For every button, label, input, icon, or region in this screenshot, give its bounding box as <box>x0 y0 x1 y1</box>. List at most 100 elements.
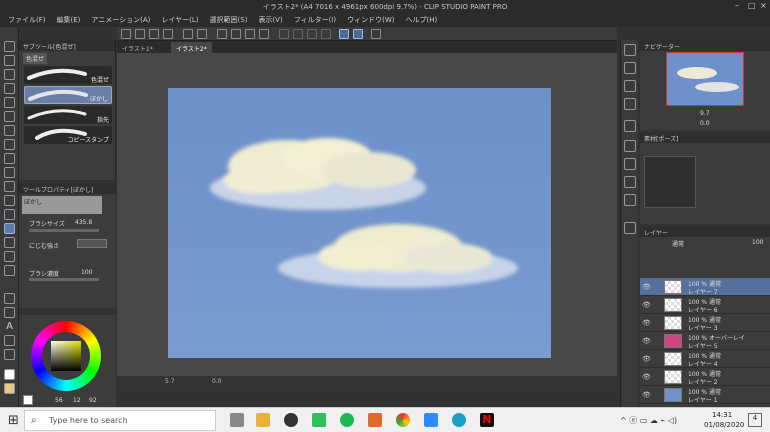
tab-illust2[interactable]: イラスト2* <box>171 42 212 53</box>
expand-icon[interactable] <box>321 29 331 39</box>
material-list-icon[interactable] <box>624 158 636 170</box>
layer-row[interactable]: 👁 100 % 通常 レイヤー 4 <box>640 350 770 368</box>
clip-studio-icon[interactable] <box>284 413 298 427</box>
edge-icon[interactable] <box>452 413 466 427</box>
fill-tool-icon[interactable] <box>4 237 15 248</box>
angle-readout[interactable]: 0.0 <box>212 378 222 385</box>
close-panel-icon[interactable] <box>624 120 636 132</box>
snap-ruler-icon[interactable] <box>339 29 349 39</box>
search-icon[interactable] <box>624 44 636 56</box>
brush-copy-stamp[interactable]: コピースタンプ <box>24 126 112 144</box>
zoom-tool-icon[interactable] <box>4 41 15 52</box>
brush-density-value[interactable]: 100 <box>81 269 92 276</box>
pencil-tool-icon[interactable] <box>4 153 15 164</box>
brush-blend[interactable]: 色混ぜ <box>24 66 112 84</box>
navigator-angle[interactable]: 0.0 <box>700 120 710 127</box>
info-icon[interactable] <box>624 98 636 110</box>
text-tool-icon[interactable]: A <box>4 321 15 332</box>
fill-icon[interactable] <box>231 29 241 39</box>
save-icon[interactable] <box>149 29 159 39</box>
clock-time[interactable]: 14:31 <box>712 411 732 419</box>
eye-icon[interactable]: 👁 <box>642 355 651 363</box>
main-color-chip[interactable] <box>23 395 33 405</box>
windows-start-icon[interactable]: ⊞ <box>8 413 19 428</box>
zoom-readout[interactable]: 5.7 <box>165 378 175 385</box>
crop-icon[interactable] <box>279 29 289 39</box>
airbrush-icon[interactable] <box>4 181 15 192</box>
app-icon[interactable] <box>368 413 382 427</box>
spotify-icon[interactable] <box>340 413 354 427</box>
brush-blur[interactable]: ぼかし <box>24 86 112 104</box>
saturation-square[interactable] <box>51 341 81 371</box>
menu-selection[interactable]: 選択範囲(S) <box>210 15 248 25</box>
clear-icon[interactable] <box>217 29 227 39</box>
snap-special-icon[interactable] <box>353 29 363 39</box>
layer-move-icon[interactable] <box>4 83 15 94</box>
brush-density-slider[interactable] <box>29 278 99 281</box>
menu-file[interactable]: ファイル(F) <box>8 15 46 25</box>
brush-size-slider[interactable] <box>29 229 99 232</box>
task-view-icon[interactable] <box>230 413 244 427</box>
selection-tool-icon[interactable] <box>4 97 15 108</box>
layer-row[interactable]: 👁 100 % 通常 レイヤー 3 <box>640 314 770 332</box>
eye-icon[interactable]: 👁 <box>642 319 651 327</box>
pen-tool-icon[interactable] <box>4 139 15 150</box>
drawing-canvas[interactable] <box>168 88 551 358</box>
brush-finger[interactable]: 指先 <box>24 106 112 124</box>
3d-material-icon[interactable] <box>624 194 636 206</box>
file-explorer-icon[interactable] <box>256 413 270 427</box>
opacity-value[interactable]: 100 <box>752 239 763 246</box>
ruler-icon[interactable] <box>4 307 15 318</box>
sub-view-icon[interactable] <box>624 80 636 92</box>
eye-icon[interactable]: 👁 <box>642 373 651 381</box>
zoom-icon[interactable] <box>424 413 438 427</box>
menu-edit[interactable]: 編集(E) <box>57 15 81 25</box>
brush-size-value[interactable]: 435.8 <box>75 219 92 226</box>
menu-help[interactable]: ヘルプ(H) <box>405 15 437 25</box>
correction-icon[interactable] <box>4 349 15 360</box>
layer-row[interactable]: 👁 100 % 通常 レイヤー 1 <box>640 386 770 404</box>
grid-icon[interactable] <box>371 29 381 39</box>
layer-row[interactable]: 👁 100 % 通常 レイヤー 2 <box>640 368 770 386</box>
deselect-icon[interactable] <box>259 29 269 39</box>
eye-icon[interactable]: 👁 <box>642 283 651 291</box>
invert-icon[interactable] <box>293 29 303 39</box>
menu-filter[interactable]: フィルター(I) <box>294 15 336 25</box>
main-color-swatch[interactable] <box>4 369 15 380</box>
redo-icon[interactable] <box>197 29 207 39</box>
layer-property-icon[interactable] <box>624 222 636 234</box>
new-file-icon[interactable] <box>121 29 131 39</box>
layer-row[interactable]: 👁 100 % 通常 レイヤー 7 <box>640 278 770 296</box>
clock-date[interactable]: 01/08/2020 <box>704 421 744 429</box>
maximize-icon[interactable]: □ <box>748 1 756 10</box>
navigator-zoom[interactable]: 9.7 <box>700 110 710 117</box>
operation-tool-icon[interactable] <box>4 69 15 80</box>
navigator-dock-icon[interactable] <box>624 62 636 74</box>
border-icon[interactable] <box>307 29 317 39</box>
close-icon[interactable]: × <box>760 1 767 10</box>
menu-layer[interactable]: レイヤー(L) <box>161 15 198 25</box>
minimize-icon[interactable]: – <box>735 1 739 10</box>
open-icon[interactable] <box>135 29 145 39</box>
notification-badge[interactable]: 4 <box>748 413 762 427</box>
eyedropper-icon[interactable] <box>4 125 15 136</box>
move-tool-icon[interactable] <box>4 55 15 66</box>
brush-tool-icon[interactable] <box>4 167 15 178</box>
tab-illust1[interactable]: イラスト1* <box>117 42 158 53</box>
chrome-icon[interactable] <box>396 413 410 427</box>
sub-color-swatch[interactable] <box>4 383 15 394</box>
decoration-icon[interactable] <box>4 195 15 206</box>
eraser-icon[interactable] <box>4 209 15 220</box>
eye-icon[interactable]: 👁 <box>642 301 651 309</box>
material-preview[interactable] <box>644 156 696 208</box>
taskbar-search[interactable]: ⌕ Type here to search <box>24 410 216 431</box>
undo-icon[interactable] <box>183 29 193 39</box>
image-material-icon[interactable] <box>624 176 636 188</box>
material-icon[interactable] <box>624 140 636 152</box>
figure-icon[interactable] <box>4 265 15 276</box>
eye-icon[interactable]: 👁 <box>642 391 651 399</box>
blend-tool-icon[interactable] <box>4 223 15 234</box>
netflix-icon[interactable]: N <box>480 413 494 427</box>
transform-icon[interactable] <box>245 29 255 39</box>
line-icon[interactable] <box>312 413 326 427</box>
